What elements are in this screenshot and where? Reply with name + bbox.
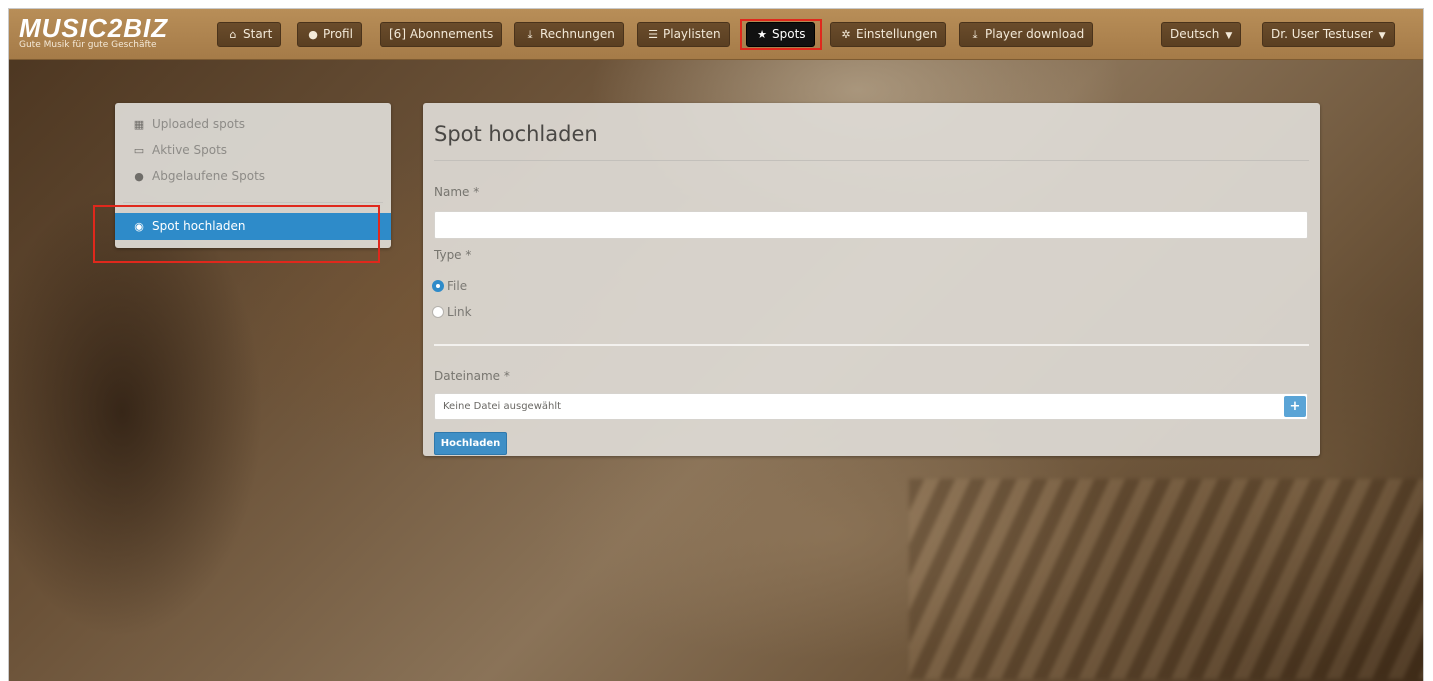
page-title: Spot hochladen bbox=[434, 122, 598, 146]
user-menu-dropdown[interactable]: Dr. User Testuser ▼ bbox=[1262, 22, 1395, 47]
upload-form-panel: Spot hochladen Name * Type * File Link D… bbox=[423, 103, 1320, 456]
nav-spots-label: Spots bbox=[772, 27, 806, 41]
list-icon: ☰ bbox=[648, 28, 658, 41]
download-icon: ⤓ bbox=[527, 28, 533, 41]
nav-spots-button[interactable]: ★ Spots bbox=[746, 22, 815, 47]
type-option-file[interactable]: File bbox=[432, 279, 467, 293]
user-icon: ● bbox=[308, 28, 318, 41]
title-divider bbox=[434, 160, 1309, 161]
sidebar-item-label: Spot hochladen bbox=[152, 219, 246, 233]
top-navbar: MUSIC2BIZ Gute Musik für gute Geschäfte … bbox=[9, 9, 1423, 60]
info-circle-icon: ● bbox=[134, 170, 144, 183]
upload-circle-icon: ◉ bbox=[134, 220, 144, 233]
nav-rechnungen-label: Rechnungen bbox=[540, 27, 615, 41]
filename-label: Dateiname * bbox=[434, 369, 510, 383]
app-window: MUSIC2BIZ Gute Musik für gute Geschäfte … bbox=[8, 8, 1424, 681]
nav-profil-label: Profil bbox=[323, 27, 353, 41]
caret-down-icon: ▼ bbox=[1225, 31, 1233, 41]
radio-link[interactable] bbox=[432, 306, 444, 318]
sidebar-item-label: Uploaded spots bbox=[152, 117, 246, 131]
nav-start-label: Start bbox=[243, 27, 273, 41]
nav-player-download-label: Player download bbox=[985, 27, 1085, 41]
nav-rechnungen-button[interactable]: ⤓ Rechnungen bbox=[514, 22, 624, 47]
radio-file[interactable] bbox=[432, 280, 444, 292]
sidebar-item-abgelaufene-spots[interactable]: ● Abgelaufene Spots bbox=[131, 165, 265, 187]
brand-tagline: Gute Musik für gute Geschäfte bbox=[19, 40, 157, 50]
sidebar-item-label: Abgelaufene Spots bbox=[152, 169, 266, 183]
file-placeholder: Keine Datei ausgewählt bbox=[443, 401, 562, 412]
language-dropdown[interactable]: Deutsch ▼ bbox=[1161, 22, 1242, 47]
nav-abonnements-label: Abonnements bbox=[409, 27, 494, 41]
sidebar-divider bbox=[123, 202, 383, 203]
file-picker[interactable]: Keine Datei ausgewählt + bbox=[434, 393, 1308, 420]
home-icon: ⌂ bbox=[229, 28, 237, 41]
sidebar-item-aktive-spots[interactable]: ▭ Aktive Spots bbox=[131, 139, 227, 161]
calendar-icon: ▦ bbox=[133, 118, 145, 131]
nav-abonnements-button[interactable]: [6] Abonnements bbox=[380, 22, 503, 47]
add-file-button[interactable]: + bbox=[1284, 396, 1306, 417]
section-divider bbox=[434, 344, 1309, 346]
brand-name: MUSIC2BIZ bbox=[19, 13, 169, 43]
nav-player-download-button[interactable]: ⤓ Player download bbox=[959, 22, 1094, 47]
abonnements-count-icon: [6] bbox=[389, 27, 406, 41]
language-label: Deutsch bbox=[1170, 27, 1220, 41]
upload-button[interactable]: Hochladen bbox=[434, 432, 507, 455]
nav-einstellungen-button[interactable]: ✲ Einstellungen bbox=[830, 22, 947, 47]
brand-logo[interactable]: MUSIC2BIZ Gute Musik für gute Geschäfte bbox=[19, 15, 168, 51]
gear-icon: ✲ bbox=[841, 28, 851, 41]
name-field[interactable] bbox=[434, 211, 1308, 239]
sidebar-item-spot-hochladen[interactable]: ◉ Spot hochladen bbox=[115, 213, 391, 240]
caret-down-icon: ▼ bbox=[1378, 31, 1386, 41]
type-option-label: Link bbox=[447, 305, 472, 319]
download-icon: ⤓ bbox=[972, 28, 978, 41]
nav-start-button[interactable]: ⌂ Start bbox=[217, 22, 282, 47]
type-option-link[interactable]: Link bbox=[432, 305, 472, 319]
star-icon: ★ bbox=[757, 28, 767, 41]
nav-einstellungen-label: Einstellungen bbox=[856, 27, 938, 41]
plus-icon: + bbox=[1289, 399, 1301, 414]
sidebar-item-uploaded-spots[interactable]: ▦ Uploaded spots bbox=[131, 113, 245, 135]
sidebar-menu: ▦ Uploaded spots ▭ Aktive Spots ● Abgelaufe… bbox=[115, 103, 391, 248]
nav-profil-button[interactable]: ● Profil bbox=[297, 22, 362, 47]
nav-playlisten-button[interactable]: ☰ Playlisten bbox=[637, 22, 730, 47]
user-name: Dr. User Testuser bbox=[1271, 27, 1373, 41]
nav-playlisten-label: Playlisten bbox=[663, 27, 721, 41]
name-label: Name * bbox=[434, 185, 480, 199]
card-icon: ▭ bbox=[133, 144, 145, 157]
type-label: Type * bbox=[434, 248, 472, 262]
type-option-label: File bbox=[447, 279, 468, 293]
sidebar-item-label: Aktive Spots bbox=[152, 143, 228, 157]
